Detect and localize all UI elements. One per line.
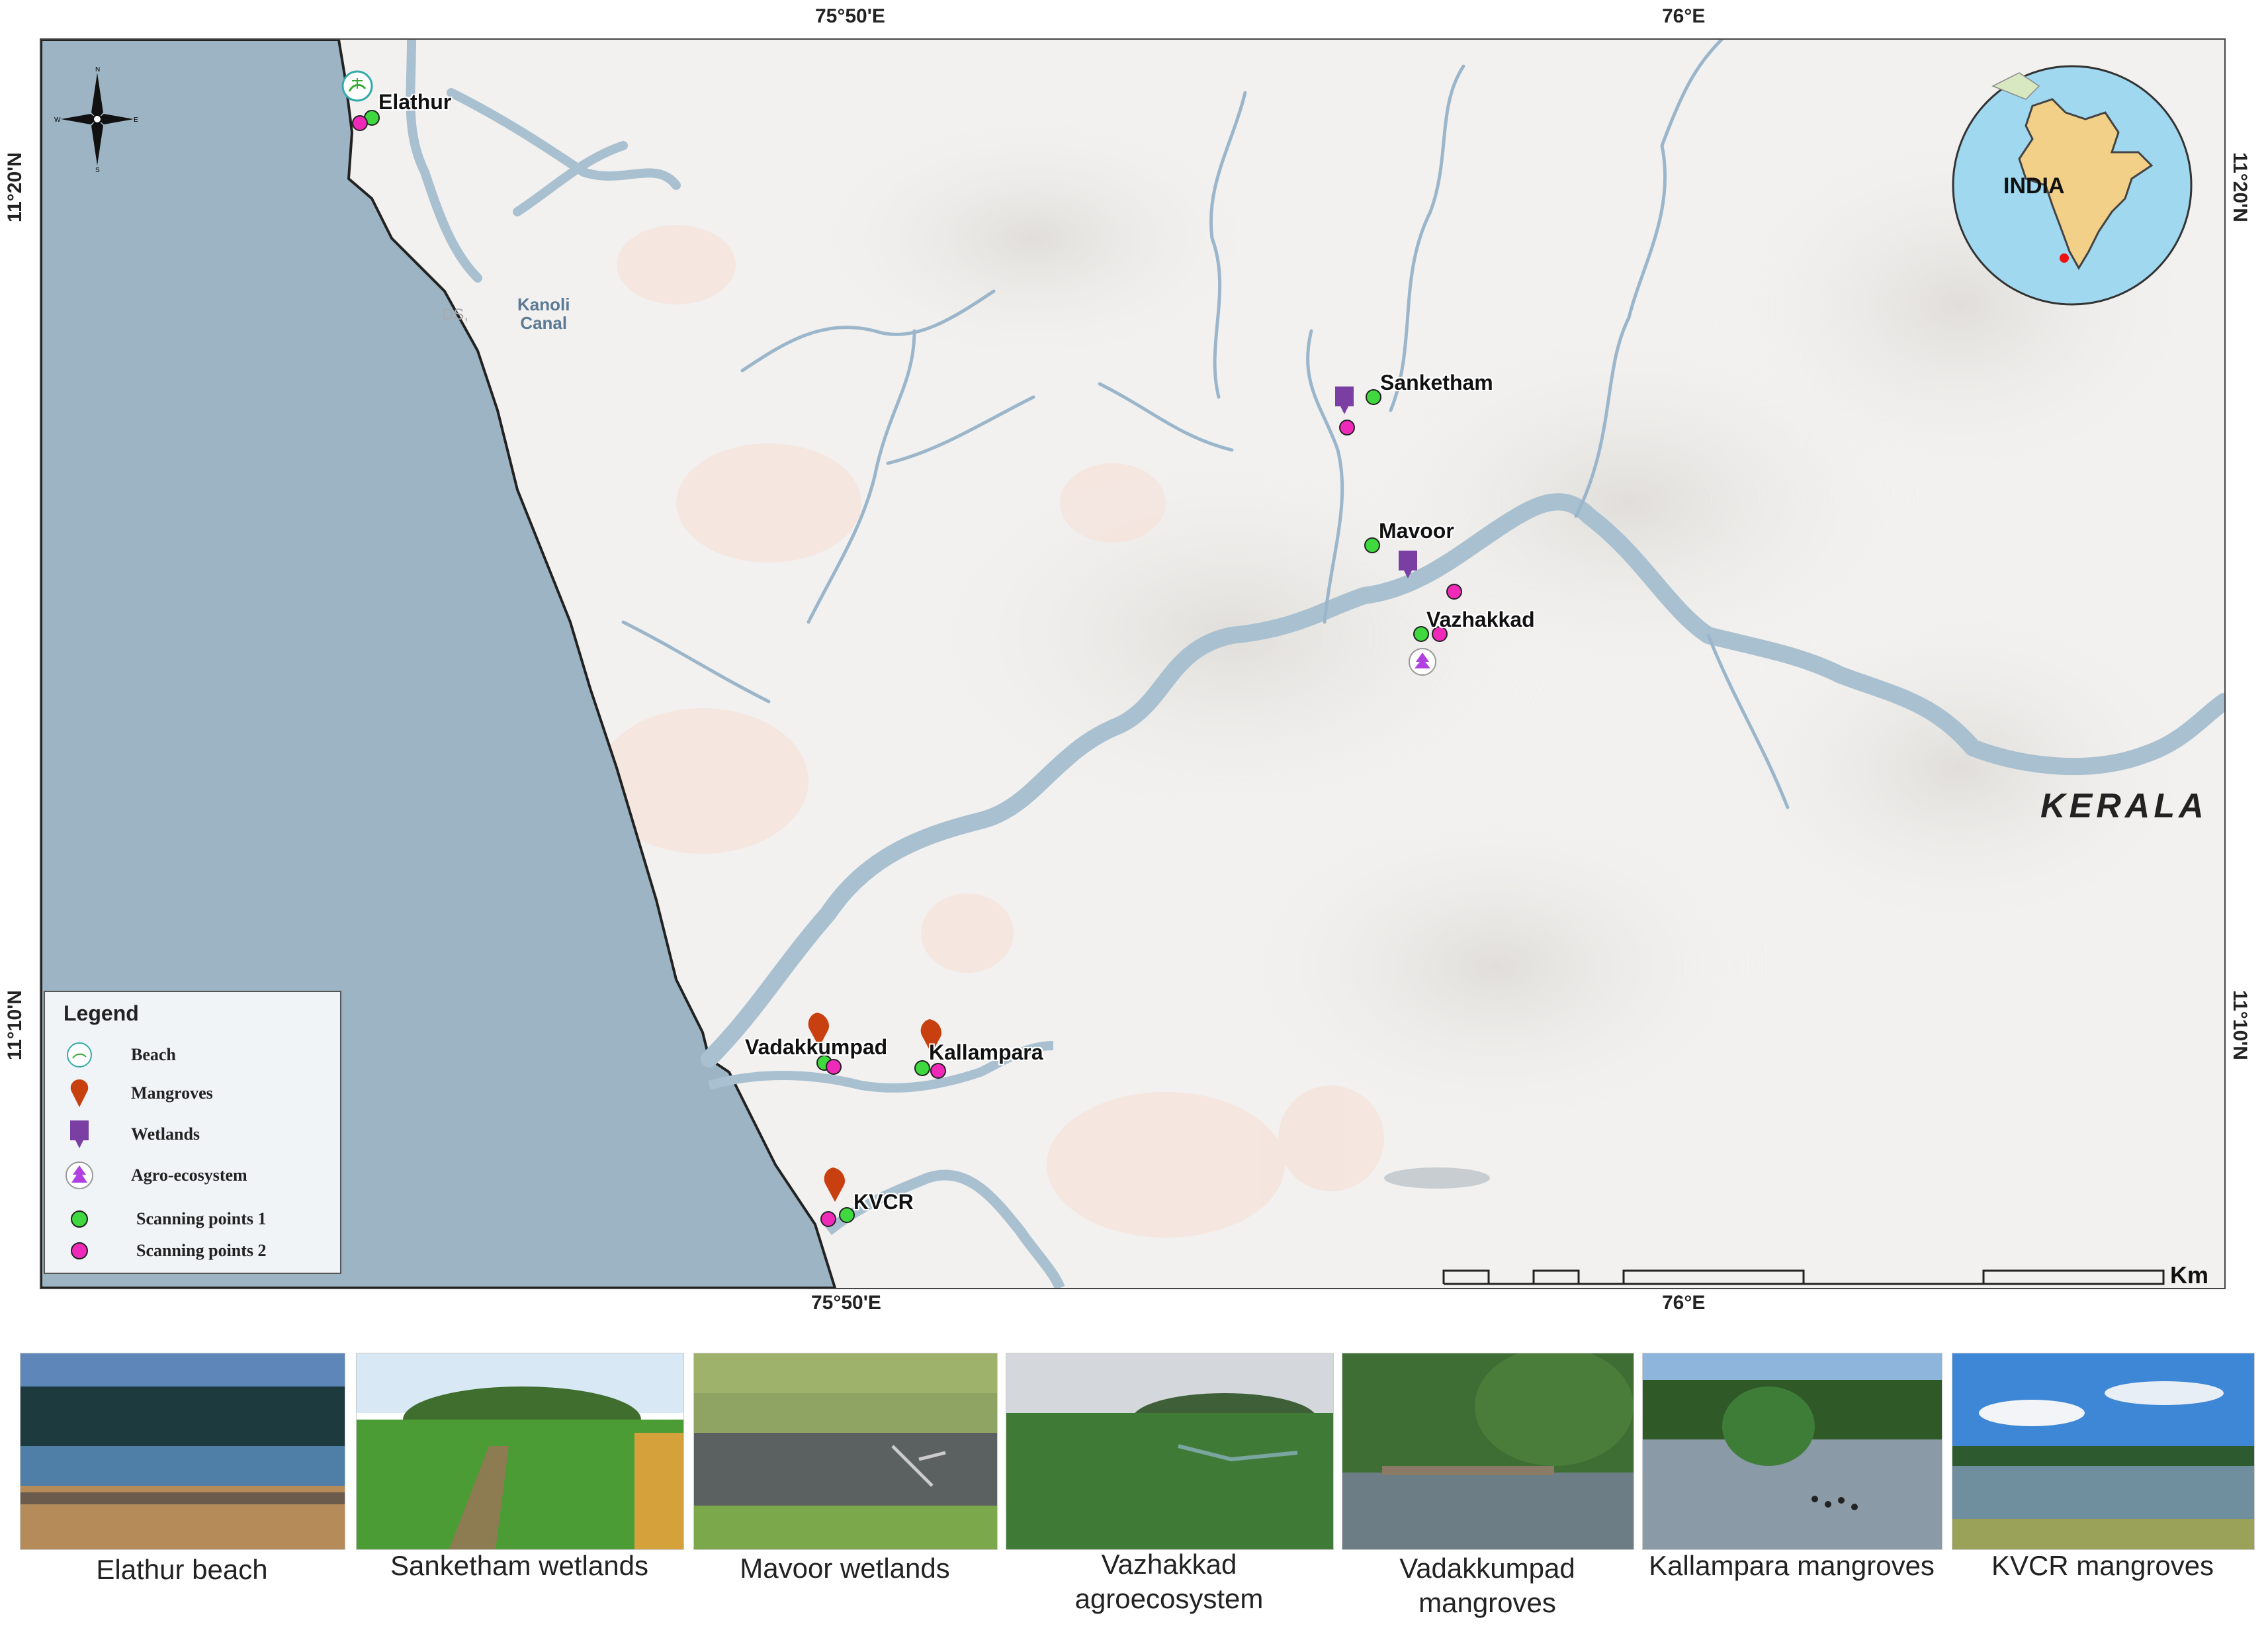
legend-label-agro: Agro-ecosystem [131,1165,247,1185]
caption-sanketham-wetlands: Sanketham wetlands [390,1550,648,1581]
kerala-label: KERALA [2040,787,2208,825]
india-label: INDIA [2003,173,2065,199]
green-dot-icon [71,1210,88,1228]
photo-vadakkumpad-mangroves [1342,1353,1634,1550]
photo-mavoor-wetlands [693,1353,998,1550]
wetland-marker-icon [70,1120,89,1148]
vazhakkad-agro-icon [1409,648,1436,676]
legend-item-scan2: Scanning points 2 [45,1234,336,1267]
site-markers [341,70,1462,1227]
site-label-mavoor: Mavoor [1379,519,1454,543]
scale-unit: Km [2170,1261,2209,1289]
elathur-beach-icon [341,70,373,102]
legend-item-agro: Agro-ecosystem [45,1159,336,1192]
sanketham-scan2-point [1339,420,1355,435]
lat-label-right-2: 11°10'N [2228,990,2251,1060]
site-label-elathur: Elathur [378,90,452,114]
sanketham-wetland-icon [1335,386,1354,414]
caption-elathur-beach: Elathur beach [96,1554,268,1585]
kanoli-canal-label: Kanoli Canal [517,295,570,333]
lon-label-top-1: 75°50'E [815,5,885,27]
mavoor-scan2-point [1446,584,1462,600]
legend-label-scan2: Scanning points 2 [136,1241,267,1260]
mavoor-scan1-point [1364,537,1380,553]
photo-kallampara-mangroves [1642,1353,1942,1550]
elathur-scan2-point [352,115,368,131]
legend-item-mangroves: Mangroves [45,1077,336,1110]
study-area-map: N S W E Elathur Sanketham Mavoor Vazhakk… [40,38,2226,1289]
beach-icon [67,1042,92,1068]
sanketham-scan1-point [1366,389,1381,405]
kvcr-scan2-point [820,1211,836,1227]
legend-label-wetlands: Wetlands [131,1124,200,1144]
tree-icon [65,1161,93,1189]
site-label-kvcr: KVCR [853,1190,914,1214]
site-label-sanketham: Sanketham [1380,371,1493,394]
legend-item-beach: Beach [45,1038,336,1071]
legend-label-scan1: Scanning points 1 [136,1209,267,1228]
lat-label-left-2: 11°10'N [3,990,26,1060]
site-label-vazhakkad: Vazhakkad [1426,608,1535,631]
site-label-kallampara: Kallampara [929,1040,1043,1064]
caption-vazhakkad-agroecosystem: Vazhakkad agroecosystem [1074,1549,1264,1614]
map-legend: Legend Beach Mangroves Wetlands Agro-eco… [44,991,341,1274]
photo-vazhakkad-agroecosystem [1006,1353,1334,1550]
lon-label-bottom-1: 75°50'E [811,1292,881,1314]
caption-vadakkumpad-mangroves: Vadakkumpad mangroves [1399,1553,1575,1618]
mavoor-wetland-icon [1399,551,1417,578]
caption-mavoor-wetlands: Mavoor wetlands [740,1553,950,1584]
scale-bar-graphic [1442,1269,2165,1285]
vadakkumpad-scan2-point [826,1059,842,1075]
photo-elathur-beach [20,1353,345,1550]
photo-kvcr-mangroves [1952,1353,2255,1550]
scale-bar: 0 2 4 8 12 16 Km [1437,1257,2208,1288]
caption-kvcr-mangroves: KVCR mangroves [1991,1550,2214,1581]
site-label-vadakkumpad: Vadakkumpad [745,1035,888,1059]
faint-map-label: DS, [442,306,469,324]
legend-item-wetlands: Wetlands [45,1118,336,1151]
kallampara-scan2-point [930,1063,946,1079]
caption-kallampara-mangroves: Kallampara mangroves [1649,1550,1935,1581]
kallampara-scan1-point [914,1060,930,1076]
lon-label-top-2: 76°E [1662,5,1706,27]
lat-label-right-1: 11°20'N [2228,152,2251,222]
legend-title: Legend [64,1001,139,1025]
legend-label-beach: Beach [131,1045,176,1064]
magenta-dot-icon [71,1242,88,1259]
kvcr-scan1-point [839,1207,855,1223]
legend-item-scan1: Scanning points 1 [45,1203,336,1236]
mangrove-pin-icon [70,1079,89,1107]
lon-label-bottom-2: 76°E [1662,1292,1706,1314]
photo-sanketham-wetlands [356,1353,684,1550]
lat-label-left-1: 11°20'N [3,152,26,222]
kvcr-mangrove-icon [824,1167,846,1202]
legend-label-mangroves: Mangroves [131,1083,213,1103]
